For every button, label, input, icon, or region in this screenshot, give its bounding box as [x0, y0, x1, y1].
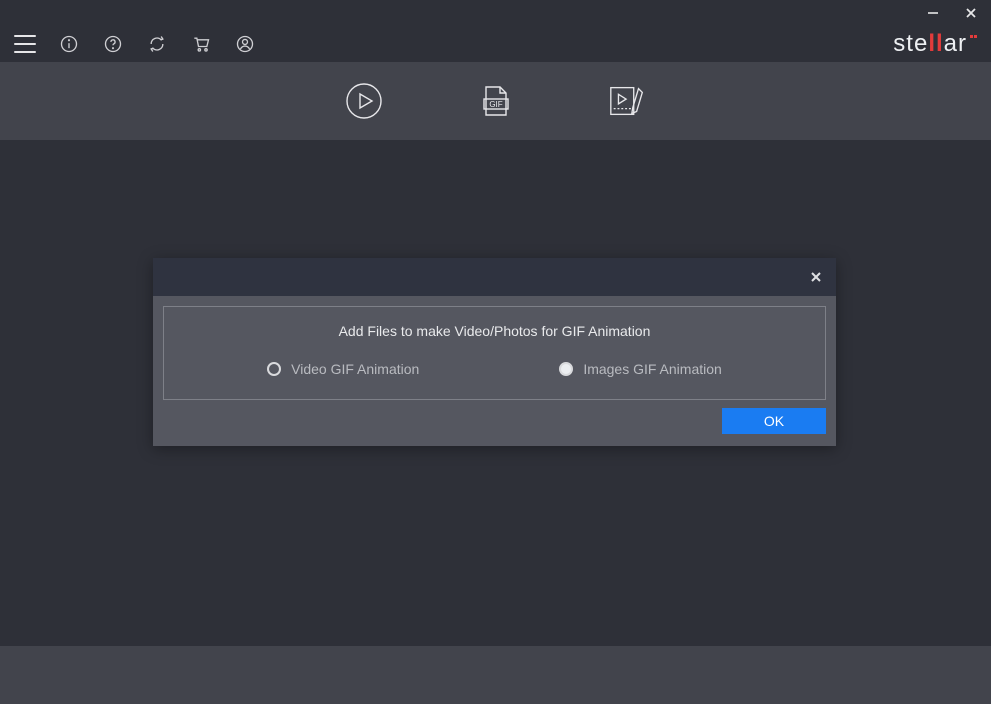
main-area: Add Files to make Video/Photos for GIF A…: [0, 140, 991, 646]
radio-images-gif[interactable]: Images GIF Animation: [559, 361, 722, 377]
info-icon[interactable]: [58, 33, 80, 55]
radio-video-label: Video GIF Animation: [291, 361, 419, 377]
header-toolbar: stellar: [0, 26, 991, 62]
close-button[interactable]: [961, 3, 981, 23]
ok-button[interactable]: OK: [722, 408, 826, 434]
minimize-button[interactable]: [923, 3, 943, 23]
play-mode-icon[interactable]: [343, 80, 385, 122]
dialog-close-button[interactable]: [806, 267, 826, 287]
radio-video-gif[interactable]: Video GIF Animation: [267, 361, 419, 377]
gif-options-dialog: Add Files to make Video/Photos for GIF A…: [153, 258, 836, 446]
brand-part2: ar: [944, 30, 967, 57]
dialog-title: Add Files to make Video/Photos for GIF A…: [174, 323, 815, 339]
refresh-icon[interactable]: [146, 33, 168, 55]
brand-dots-icon: [969, 25, 977, 43]
gif-mode-icon[interactable]: GIF: [475, 80, 517, 122]
radio-images-label: Images GIF Animation: [583, 361, 722, 377]
radio-icon: [267, 362, 281, 376]
edit-mode-icon[interactable]: [607, 80, 649, 122]
gif-label: GIF: [489, 100, 502, 109]
brand-logo: stellar: [893, 30, 977, 58]
cart-icon[interactable]: [190, 33, 212, 55]
brand-part1: ste: [893, 30, 928, 57]
radio-icon: [559, 362, 573, 376]
mode-toolbar: GIF: [0, 62, 991, 140]
footer-bar: [0, 646, 991, 704]
menu-icon[interactable]: [14, 35, 36, 53]
option-box: Add Files to make Video/Photos for GIF A…: [163, 306, 826, 400]
window-titlebar: [0, 0, 991, 26]
user-icon[interactable]: [234, 33, 256, 55]
dialog-titlebar: [153, 258, 836, 296]
help-icon[interactable]: [102, 33, 124, 55]
brand-accent: ll: [928, 30, 943, 57]
